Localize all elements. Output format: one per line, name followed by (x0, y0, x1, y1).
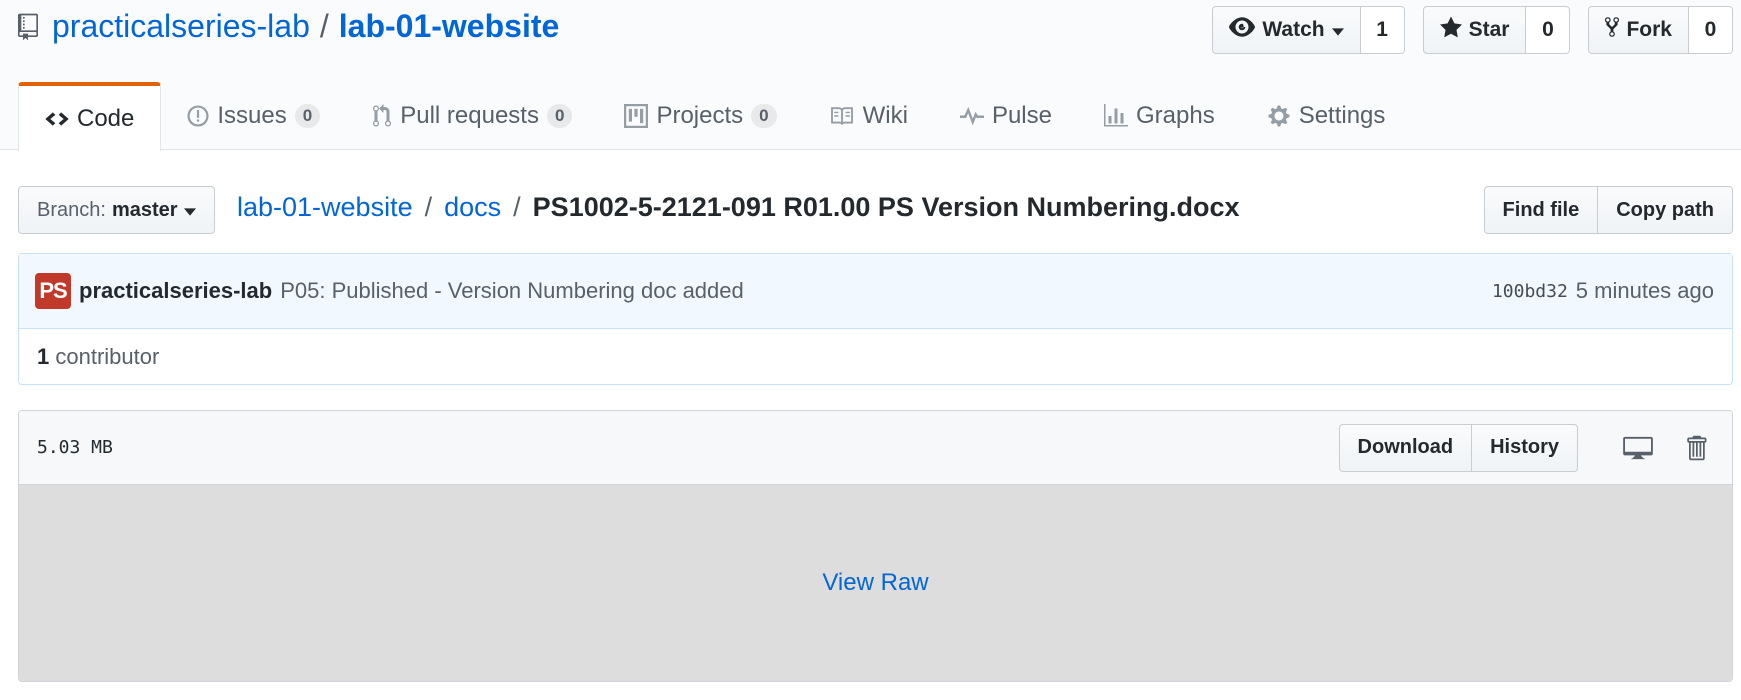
repo-title: practicalseries-lab / lab-01-website (18, 8, 559, 45)
fork-count[interactable]: 0 (1689, 6, 1733, 54)
breadcrumb-separator: / (424, 192, 433, 222)
tab-projects-label: Projects (656, 102, 744, 129)
tab-pull-requests-label: Pull requests (400, 102, 539, 129)
branch-value: master (111, 198, 178, 221)
branch-label: Branch: (37, 198, 106, 221)
fork-label: Fork (1626, 18, 1672, 41)
contributors-label: contributor (55, 344, 160, 369)
star-group: Star 0 (1422, 6, 1571, 54)
eye-icon (1229, 17, 1256, 43)
breadcrumb: lab-01-website / docs / PS1002-5-2121-09… (237, 192, 1240, 223)
repo-header: practicalseries-lab / lab-01-website Wat… (0, 0, 1741, 151)
gear-icon (1267, 104, 1291, 128)
book-icon (829, 106, 855, 126)
commit-author[interactable]: practicalseries-lab (79, 278, 272, 304)
tab-graphs-label: Graphs (1135, 102, 1215, 129)
repo-owner-link[interactable]: practicalseries-lab (52, 8, 310, 45)
tab-wiki[interactable]: Wiki (803, 82, 934, 150)
commit-time: 5 minutes ago (1575, 278, 1714, 303)
commit-tease: PS practicalseries-lab P05: Published - … (18, 253, 1733, 385)
breadcrumb-repo-link[interactable]: lab-01-website (237, 192, 413, 223)
contributors[interactable]: 1 contributor (19, 329, 1732, 385)
watch-group: Watch 1 (1212, 6, 1405, 54)
breadcrumb-folder-link[interactable]: docs (444, 192, 501, 223)
projects-counter: 0 (751, 104, 777, 128)
file-size: 5.03 MB (37, 437, 113, 458)
download-button[interactable]: Download (1338, 423, 1473, 472)
file-navigation: Branch: master lab-01-website / docs / P… (18, 186, 1733, 234)
star-label: Star (1468, 18, 1510, 41)
tab-graphs[interactable]: Graphs (1078, 82, 1241, 150)
trash-icon[interactable] (1676, 428, 1716, 468)
project-icon (624, 104, 649, 128)
pulse-icon (959, 106, 984, 126)
fork-button[interactable]: Fork (1588, 6, 1689, 54)
commit-message[interactable]: P05: Published - Version Numbering doc a… (280, 278, 744, 304)
tab-pull-requests[interactable]: Pull requests 0 (346, 82, 598, 150)
issue-opened-icon (187, 105, 209, 127)
commit-sha[interactable]: 100bd32 (1492, 281, 1568, 302)
file-body: View Raw (19, 485, 1732, 681)
breadcrumb-separator: / (513, 192, 521, 222)
view-raw-link[interactable]: View Raw (822, 569, 928, 597)
tab-issues[interactable]: Issues 0 (161, 82, 346, 150)
tab-code-label: Code (77, 104, 135, 132)
repo-actions: Watch 1 Star 0 Fork 0 (1212, 6, 1733, 54)
caret-down-icon (1331, 18, 1344, 42)
repo-icon (18, 10, 42, 44)
desktop-icon[interactable] (1618, 428, 1658, 468)
tab-issues-label: Issues (217, 102, 287, 129)
history-button[interactable]: History (1472, 423, 1578, 472)
star-icon (1439, 16, 1462, 44)
repo-nav: Code Issues 0 Pull requests 0 Projects 0… (18, 82, 1412, 151)
find-file-button[interactable]: Find file (1483, 186, 1599, 234)
tab-pulse-label: Pulse (991, 102, 1052, 129)
tab-projects[interactable]: Projects 0 (598, 82, 802, 150)
path-actions: Find file Copy path (1483, 186, 1733, 234)
commit-meta: 100bd32 5 minutes ago (1492, 278, 1714, 304)
watch-count[interactable]: 1 (1360, 6, 1405, 54)
repo-name-link[interactable]: lab-01-website (339, 8, 560, 45)
repo-title-separator: / (319, 8, 329, 44)
file-viewer: 5.03 MB Download History View Raw (18, 410, 1733, 682)
code-icon (45, 109, 69, 129)
tab-wiki-label: Wiki (862, 102, 908, 129)
issues-counter: 0 (294, 104, 321, 128)
contributors-count: 1 (37, 344, 50, 369)
breadcrumb-file-name: PS1002-5-2121-091 R01.00 PS Version Numb… (532, 192, 1240, 222)
avatar[interactable]: PS (35, 273, 71, 309)
fork-group: Fork 0 (1588, 6, 1733, 54)
watch-label: Watch (1262, 18, 1325, 41)
repo-forked-icon (1605, 15, 1620, 45)
watch-button[interactable]: Watch (1212, 6, 1361, 54)
star-button[interactable]: Star (1422, 6, 1527, 54)
graph-icon (1103, 104, 1128, 128)
git-pull-request-icon (372, 104, 392, 128)
caret-down-icon (183, 199, 196, 222)
latest-commit: PS practicalseries-lab P05: Published - … (19, 254, 1732, 329)
tab-pulse[interactable]: Pulse (934, 82, 1078, 150)
file-actions: Download History (1338, 423, 1716, 472)
copy-path-button[interactable]: Copy path (1598, 186, 1733, 234)
branch-select-button[interactable]: Branch: master (18, 186, 215, 234)
file-header: 5.03 MB Download History (19, 411, 1732, 485)
tab-settings[interactable]: Settings (1241, 82, 1412, 150)
file-button-group: Download History (1338, 423, 1578, 472)
tab-code[interactable]: Code (18, 82, 162, 151)
pull-requests-counter: 0 (546, 104, 573, 128)
tab-settings-label: Settings (1298, 102, 1386, 129)
star-count[interactable]: 0 (1526, 6, 1571, 54)
